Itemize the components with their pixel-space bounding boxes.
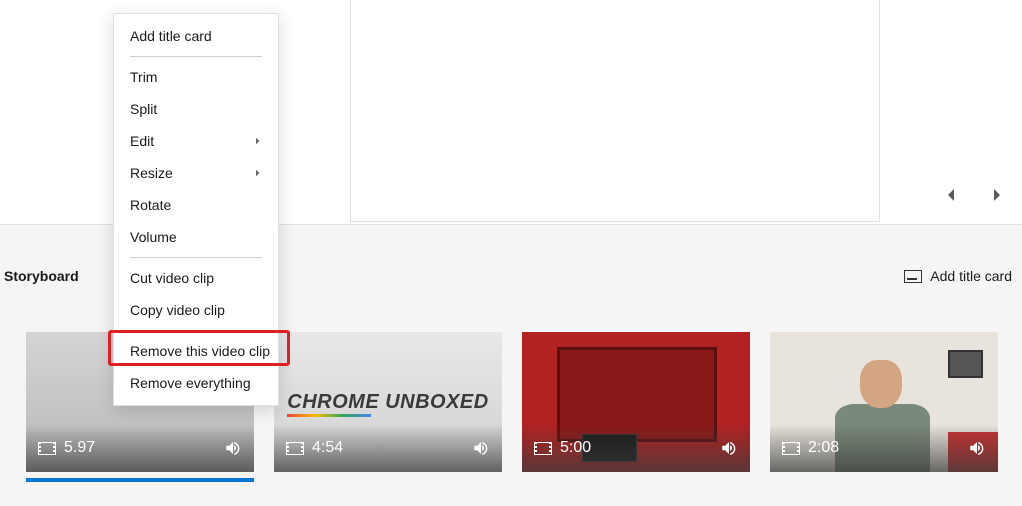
menu-volume[interactable]: Volume xyxy=(114,221,278,253)
next-frame-icon[interactable] xyxy=(990,188,1004,202)
chevron-right-icon xyxy=(254,137,262,145)
film-icon xyxy=(534,442,552,455)
speaker-icon xyxy=(224,439,242,457)
menu-remove-everything[interactable]: Remove everything xyxy=(114,367,278,399)
menu-copy-clip[interactable]: Copy video clip xyxy=(114,294,278,326)
film-icon xyxy=(286,442,304,455)
clip-2[interactable]: CHROME UNBOXED 4:54 xyxy=(274,332,502,472)
speaker-icon xyxy=(472,439,490,457)
add-title-card-button[interactable]: Add title card xyxy=(904,268,1012,284)
title-card-icon xyxy=(904,270,922,283)
clip-3[interactable]: 5:00 xyxy=(522,332,750,472)
menu-edit[interactable]: Edit xyxy=(114,125,278,157)
clip-thumb-text: CHROME UNBOXED xyxy=(287,391,488,414)
chevron-right-icon xyxy=(254,169,262,177)
menu-remove-clip[interactable]: Remove this video clip xyxy=(114,335,278,367)
speaker-icon xyxy=(720,439,738,457)
clip-duration: 5:00 xyxy=(560,439,591,457)
menu-add-title-card[interactable]: Add title card xyxy=(114,20,278,52)
film-icon xyxy=(782,442,800,455)
clip-selection-bar xyxy=(26,478,254,482)
menu-cut-clip[interactable]: Cut video clip xyxy=(114,262,278,294)
context-menu: Add title card Trim Split Edit Resize Ro… xyxy=(113,13,279,406)
storyboard-label: Storyboard xyxy=(4,268,79,284)
film-icon xyxy=(38,442,56,455)
menu-separator xyxy=(130,330,262,331)
add-title-card-label: Add title card xyxy=(930,268,1012,284)
clip-duration: 5.97 xyxy=(64,439,95,457)
menu-trim[interactable]: Trim xyxy=(114,61,278,93)
preview-canvas xyxy=(350,0,880,222)
prev-frame-icon[interactable] xyxy=(944,188,958,202)
menu-separator xyxy=(130,257,262,258)
menu-rotate[interactable]: Rotate xyxy=(114,189,278,221)
menu-separator xyxy=(130,56,262,57)
menu-split[interactable]: Split xyxy=(114,93,278,125)
clip-duration: 4:54 xyxy=(312,439,343,457)
speaker-icon xyxy=(968,439,986,457)
clip-duration: 2:08 xyxy=(808,439,839,457)
menu-resize[interactable]: Resize xyxy=(114,157,278,189)
clip-4[interactable]: 2:08 xyxy=(770,332,998,472)
